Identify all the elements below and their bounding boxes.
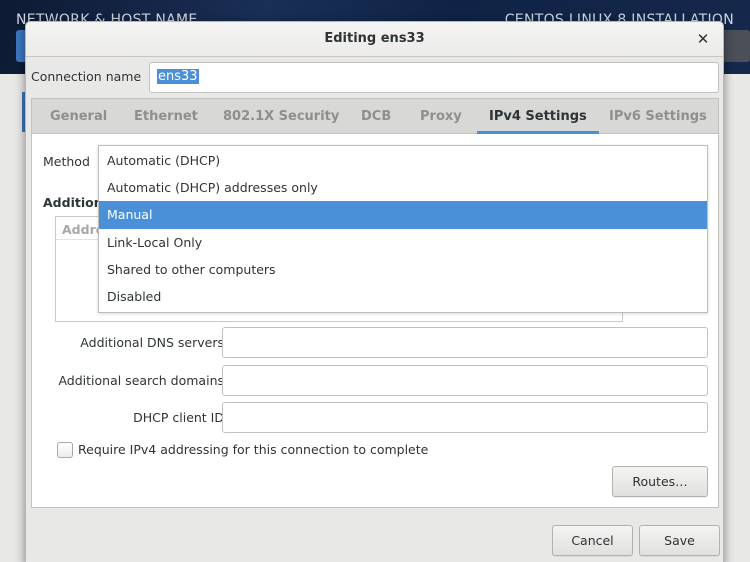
search-domains-input[interactable] xyxy=(222,365,708,396)
method-option-manual[interactable]: Manual xyxy=(99,201,707,229)
save-button[interactable]: Save xyxy=(639,525,720,556)
search-domains-row: Additional search domains xyxy=(32,365,720,397)
dns-servers-row: Additional DNS servers xyxy=(32,327,720,359)
dns-servers-label: Additional DNS servers xyxy=(80,335,224,350)
require-ipv4-label[interactable]: Require IPv4 addressing for this connect… xyxy=(78,442,428,457)
dialog-title: Editing ens33 xyxy=(324,31,425,46)
method-label: Method xyxy=(43,154,90,169)
routes-button[interactable]: Routes… xyxy=(612,466,708,497)
method-option-automatic-dhcp[interactable]: Automatic (DHCP) xyxy=(99,147,707,174)
method-option-shared[interactable]: Shared to other computers xyxy=(99,256,707,283)
tab-bar: General Ethernet 802.1X Security DCB Pro… xyxy=(32,99,718,134)
dhcp-client-id-input[interactable] xyxy=(222,402,708,433)
connection-name-row: Connection name ens33 xyxy=(26,62,725,94)
dialog-titlebar[interactable]: Editing ens33 ✕ xyxy=(26,22,723,57)
dhcp-client-id-row: DHCP client ID xyxy=(32,402,720,434)
dns-servers-input[interactable] xyxy=(222,327,708,358)
tab-proxy[interactable]: Proxy xyxy=(420,99,462,134)
tab-ethernet[interactable]: Ethernet xyxy=(134,99,198,134)
connection-name-input[interactable]: ens33 xyxy=(149,62,719,93)
connection-name-label: Connection name xyxy=(31,69,142,84)
dhcp-client-id-label: DHCP client ID xyxy=(133,410,224,425)
tab-ipv4-settings[interactable]: IPv4 Settings xyxy=(477,99,599,134)
method-dropdown-menu: Automatic (DHCP) Automatic (DHCP) addres… xyxy=(98,145,708,313)
close-icon[interactable]: ✕ xyxy=(692,28,714,50)
method-option-automatic-dhcp-addresses-only[interactable]: Automatic (DHCP) addresses only xyxy=(99,174,707,201)
search-domains-label: Additional search domains xyxy=(58,373,224,388)
tab-dcb[interactable]: DCB xyxy=(361,99,391,134)
method-option-link-local-only[interactable]: Link-Local Only xyxy=(99,229,707,256)
cancel-button[interactable]: Cancel xyxy=(552,525,633,556)
tab-ipv6-settings[interactable]: IPv6 Settings xyxy=(609,99,707,134)
method-option-disabled[interactable]: Disabled xyxy=(99,283,707,310)
require-ipv4-checkbox[interactable] xyxy=(57,442,73,458)
tab-general[interactable]: General xyxy=(50,99,107,134)
tab-8021x-security[interactable]: 802.1X Security xyxy=(223,99,339,134)
connection-name-value: ens33 xyxy=(157,69,199,84)
